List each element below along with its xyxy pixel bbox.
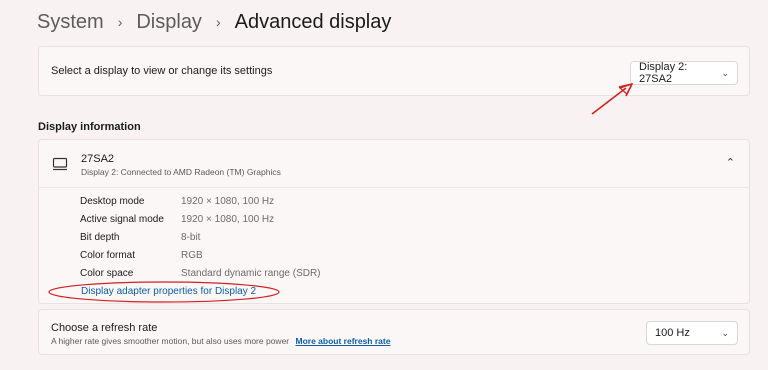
refresh-rate-value: 100 Hz [655,327,690,339]
breadcrumb-display[interactable]: Display [136,8,202,36]
refresh-rate-description: A higher rate gives smoother motion, but… [51,336,390,346]
page-title: Advanced display [234,11,392,33]
refresh-rate-description-text: A higher rate gives smoother motion, but… [51,336,290,346]
property-value: RGB [181,250,203,261]
display-adapter-properties-link[interactable]: Display adapter properties for Display 2 [81,286,256,297]
property-label: Bit depth [80,232,120,243]
property-value: 8-bit [181,232,201,243]
chevron-down-icon: ⌄ [721,327,729,338]
refresh-rate-card: Choose a refresh rate A higher rate give… [38,309,750,355]
chevron-up-icon[interactable]: ⌃ [726,156,735,169]
property-label: Desktop mode [80,196,145,207]
chevron-right-icon: › [117,14,123,30]
display-information-header[interactable]: 27SA2 Display 2: Connected to AMD Radeon… [39,140,749,188]
property-value: Standard dynamic range (SDR) [181,268,321,279]
display-select-dropdown[interactable]: Display 2: 27SA2 ⌄ [630,61,738,85]
monitor-subtitle: Display 2: Connected to AMD Radeon (TM) … [81,167,281,177]
property-row: Desktop mode 1920 × 1080, 100 Hz [80,196,274,212]
chevron-down-icon: ⌄ [721,67,729,78]
property-row: Color format RGB [80,250,203,266]
property-label: Color format [80,250,136,261]
breadcrumb-system[interactable]: System [37,8,104,36]
display-information-heading: Display information [38,121,141,133]
monitor-icon [52,157,68,171]
monitor-name: 27SA2 [81,153,115,165]
property-row: Color space Standard dynamic range (SDR) [80,268,321,284]
property-row: Bit depth 8-bit [80,232,200,248]
display-select-card: Select a display to view or change its s… [38,46,750,96]
property-value: 1920 × 1080, 100 Hz [181,214,275,225]
property-label: Active signal mode [80,214,164,225]
display-select-value: Display 2: 27SA2 [639,61,688,85]
display-information-card: 27SA2 Display 2: Connected to AMD Radeon… [38,139,750,304]
refresh-rate-dropdown[interactable]: 100 Hz ⌄ [646,321,738,345]
display-select-label: Select a display to view or change its s… [51,65,273,77]
chevron-right-icon: › [215,14,221,30]
property-label: Color space [80,268,134,279]
refresh-rate-title: Choose a refresh rate [51,322,158,334]
property-row: Active signal mode 1920 × 1080, 100 Hz [80,214,274,230]
property-value: 1920 × 1080, 100 Hz [181,196,275,207]
breadcrumb: System › Display › Advanced display [37,8,391,36]
more-about-refresh-rate-link[interactable]: More about refresh rate [296,336,391,346]
